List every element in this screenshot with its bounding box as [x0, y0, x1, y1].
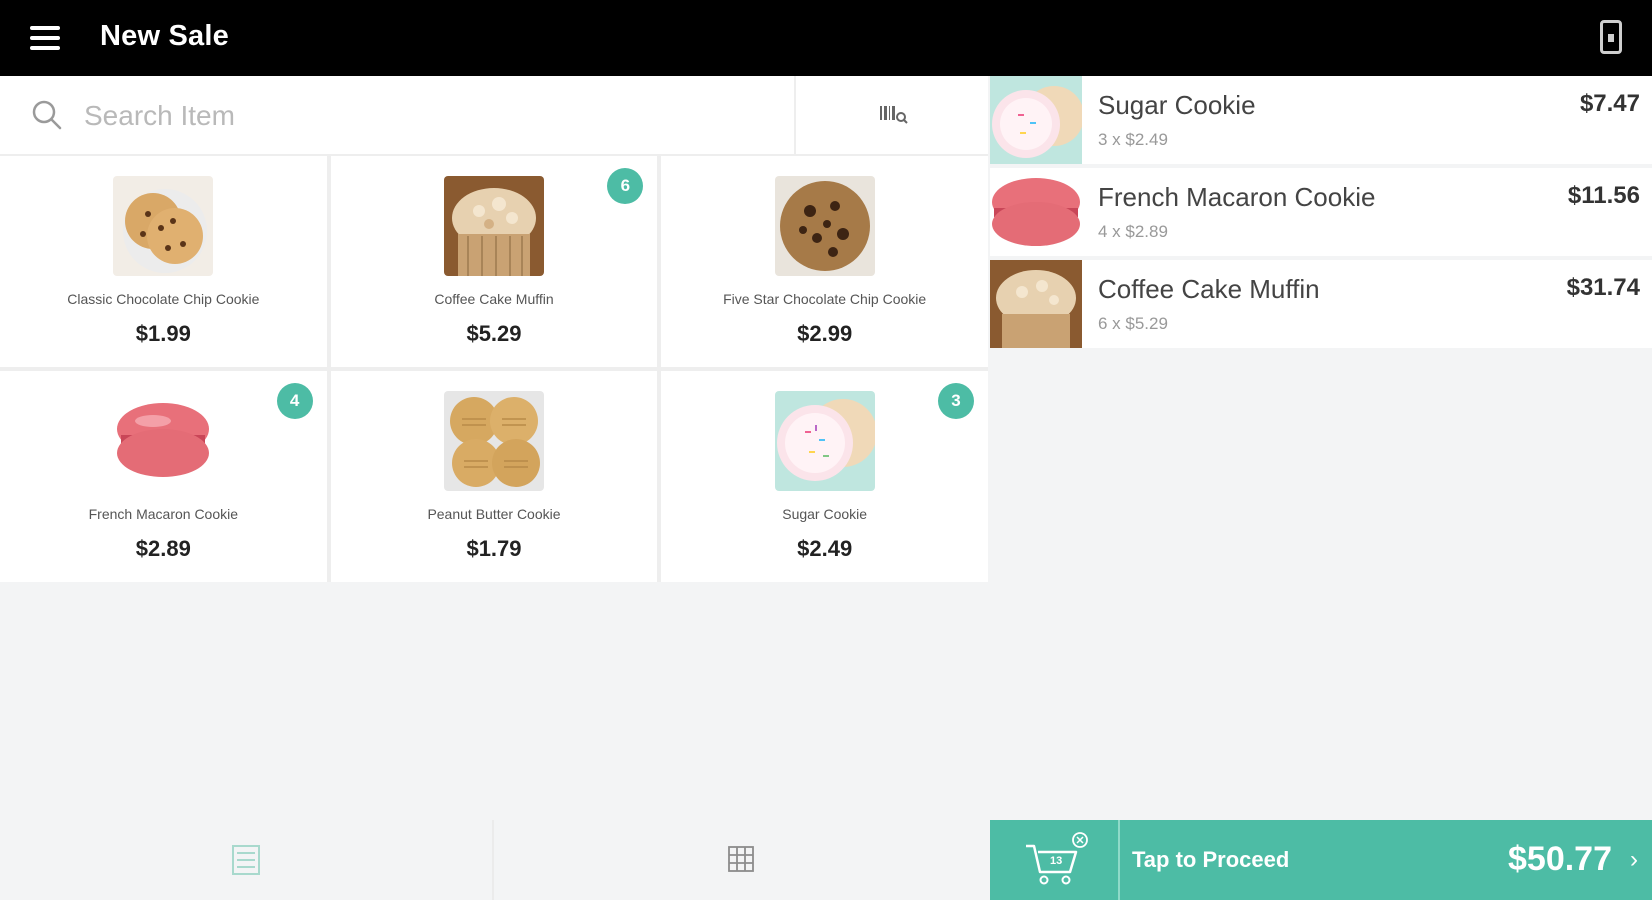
cart-item[interactable]: Sugar Cookie 3 x $2.49 $7.47: [990, 76, 1652, 164]
barcode-icon: [880, 106, 908, 124]
proceed-button[interactable]: Tap to Proceed $50.77 ›: [1122, 820, 1652, 900]
device-icon[interactable]: [1600, 20, 1622, 54]
quantity-badge: 3: [937, 383, 974, 419]
product-name: Coffee Cake Muffin: [434, 291, 554, 307]
product-price: $1.79: [466, 536, 522, 561]
grand-total: $50.77: [1508, 840, 1612, 878]
view-switcher: [0, 820, 988, 900]
cart-item-quantity: 4 x $2.89: [1098, 222, 1168, 241]
sugar-cookie-image: [990, 76, 1082, 164]
cart-item-name: Coffee Cake Muffin: [1098, 274, 1320, 304]
search-icon: [32, 100, 62, 130]
proceed-label: Tap to Proceed: [1132, 847, 1290, 872]
product-price: $2.99: [797, 321, 853, 346]
list-view-button[interactable]: [0, 820, 494, 900]
cart-item-total: $7.47: [1579, 90, 1640, 117]
chocolate-chip-cookie-image: [113, 176, 214, 276]
grid-view-button[interactable]: [494, 820, 988, 900]
product-grid: Classic Chocolate Chip Cookie $1.99 6 Co…: [0, 156, 988, 582]
five-star-cookie-image: [774, 176, 875, 276]
product-panel: Classic Chocolate Chip Cookie $1.99: [0, 76, 988, 900]
cart-item-quantity: 3 x $2.49: [1098, 130, 1168, 149]
checkout-bar: 13 Tap to Proceed $50.77 ›: [990, 820, 1652, 900]
product-name: Classic Chocolate Chip Cookie: [67, 291, 260, 307]
search-input[interactable]: [84, 90, 784, 142]
quantity-badge: 4: [276, 383, 313, 419]
cart-item-name: French Macaron Cookie: [1098, 182, 1376, 212]
product-tile-coffee-cake-muffin[interactable]: 6 Coffee Cake Muffin $5.29: [330, 156, 658, 367]
product-tile-classic-chocolate-chip-cookie[interactable]: Classic Chocolate Chip Cookie $1.99: [0, 156, 327, 367]
cart-icon: 13: [1026, 832, 1088, 885]
product-price: $1.99: [135, 321, 191, 346]
search-bar: [0, 76, 988, 156]
cart-count: 13: [1050, 855, 1062, 867]
grid-view-icon: [728, 846, 754, 872]
cart-item[interactable]: French Macaron Cookie 4 x $2.89 $11.56: [990, 168, 1652, 256]
chevron-right-icon: ›: [1630, 846, 1638, 873]
cart-item-total: $31.74: [1566, 274, 1640, 301]
product-price: $2.89: [135, 536, 191, 561]
peanut-butter-cookie-image: [443, 391, 544, 491]
list-view-icon: [232, 845, 260, 875]
page-title: New Sale: [100, 20, 229, 52]
top-bar: New Sale: [0, 0, 1652, 76]
cart-button[interactable]: 13: [990, 820, 1120, 900]
quantity-badge: 6: [607, 168, 644, 204]
coffee-cake-muffin-image: [443, 176, 544, 276]
product-name: Five Star Chocolate Chip Cookie: [723, 291, 927, 307]
cart-item-quantity: 6 x $5.29: [1098, 314, 1168, 333]
cart-panel: Sugar Cookie 3 x $2.49 $7.47 French Maca…: [990, 76, 1652, 900]
product-tile-peanut-butter-cookie[interactable]: Peanut Butter Cookie $1.79: [330, 371, 658, 582]
barcode-scan-button[interactable]: [794, 76, 988, 154]
product-name: Sugar Cookie: [782, 506, 868, 522]
cart-item[interactable]: Coffee Cake Muffin 6 x $5.29 $31.74: [990, 260, 1652, 348]
product-price: $5.29: [466, 321, 522, 346]
product-name: Peanut Butter Cookie: [427, 506, 561, 522]
product-tile-french-macaron-cookie[interactable]: 4 French Macaron Cookie $2.89: [0, 371, 327, 582]
french-macaron-image: [990, 168, 1082, 256]
product-name: French Macaron Cookie: [88, 506, 239, 522]
menu-icon[interactable]: [30, 26, 60, 50]
french-macaron-image: [113, 391, 214, 491]
product-tile-five-star-chocolate-chip-cookie[interactable]: Five Star Chocolate Chip Cookie $2.99: [661, 156, 988, 367]
product-price: $2.49: [797, 536, 853, 561]
product-tile-sugar-cookie[interactable]: 3 Sugar Cookie $2.49: [661, 371, 988, 582]
coffee-cake-muffin-image: [990, 260, 1082, 348]
cart-item-name: Sugar Cookie: [1098, 90, 1256, 120]
cart-item-total: $11.56: [1567, 182, 1640, 209]
sugar-cookie-image: [774, 391, 875, 491]
